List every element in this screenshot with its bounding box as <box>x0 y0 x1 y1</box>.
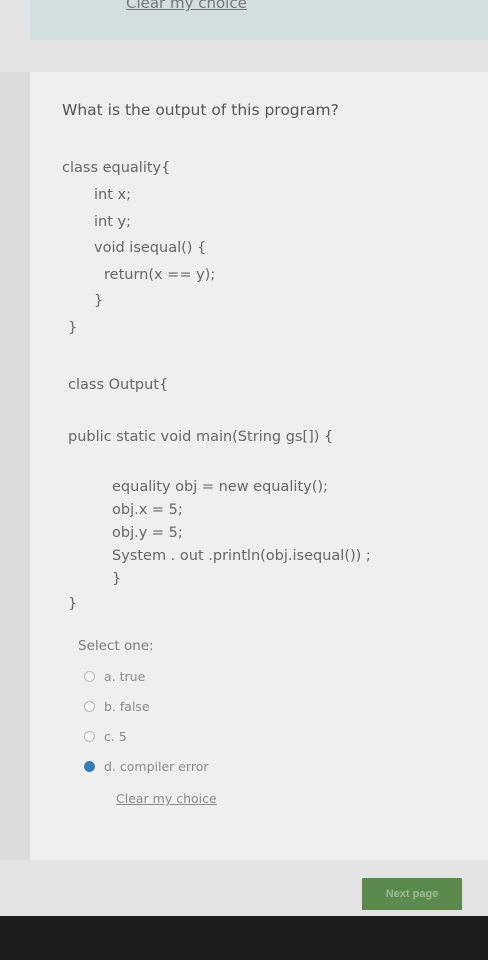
option-label: d. compiler error <box>104 759 209 774</box>
code-line: } <box>94 293 104 309</box>
option-label: b. false <box>104 699 150 714</box>
clear-choice-link[interactable]: Clear my choice <box>116 791 217 806</box>
option-d[interactable]: d. compiler error <box>84 759 209 774</box>
radio-button-selected[interactable] <box>84 761 95 772</box>
previous-question-card: Clear my choice <box>30 0 488 40</box>
code-line: int x; <box>94 187 131 203</box>
top-clear-choice-link[interactable]: Clear my choice <box>126 0 247 12</box>
bottom-bar <box>0 916 488 960</box>
code-line: void isequal() { <box>94 240 207 256</box>
option-label: c. 5 <box>104 729 127 744</box>
radio-button[interactable] <box>84 701 95 712</box>
option-c[interactable]: c. 5 <box>84 729 127 744</box>
question-sidebar <box>0 72 30 860</box>
code-line: } <box>68 320 78 336</box>
code-line: int y; <box>94 214 131 230</box>
code-line: class Output{ <box>68 377 169 393</box>
radio-button[interactable] <box>84 671 95 682</box>
option-b[interactable]: b. false <box>84 699 150 714</box>
code-line: obj.y = 5; <box>112 525 183 541</box>
code-line: } <box>112 571 122 587</box>
code-line: return(x == y); <box>104 267 216 283</box>
code-line: System . out .println(obj.isequal()) ; <box>112 548 371 564</box>
next-page-button[interactable]: Next page <box>362 878 462 910</box>
code-line: obj.x = 5; <box>112 502 183 518</box>
code-line: class equality{ <box>62 160 171 176</box>
radio-button[interactable] <box>84 731 95 742</box>
select-one-label: Select one: <box>78 638 154 654</box>
code-line: public static void main(String gs[]) { <box>68 429 334 445</box>
code-line: equality obj = new equality(); <box>112 479 328 495</box>
option-a[interactable]: a. true <box>84 669 145 684</box>
code-line: } <box>68 596 78 612</box>
question-text: What is the output of this program? <box>62 101 339 119</box>
option-label: a. true <box>104 669 146 684</box>
